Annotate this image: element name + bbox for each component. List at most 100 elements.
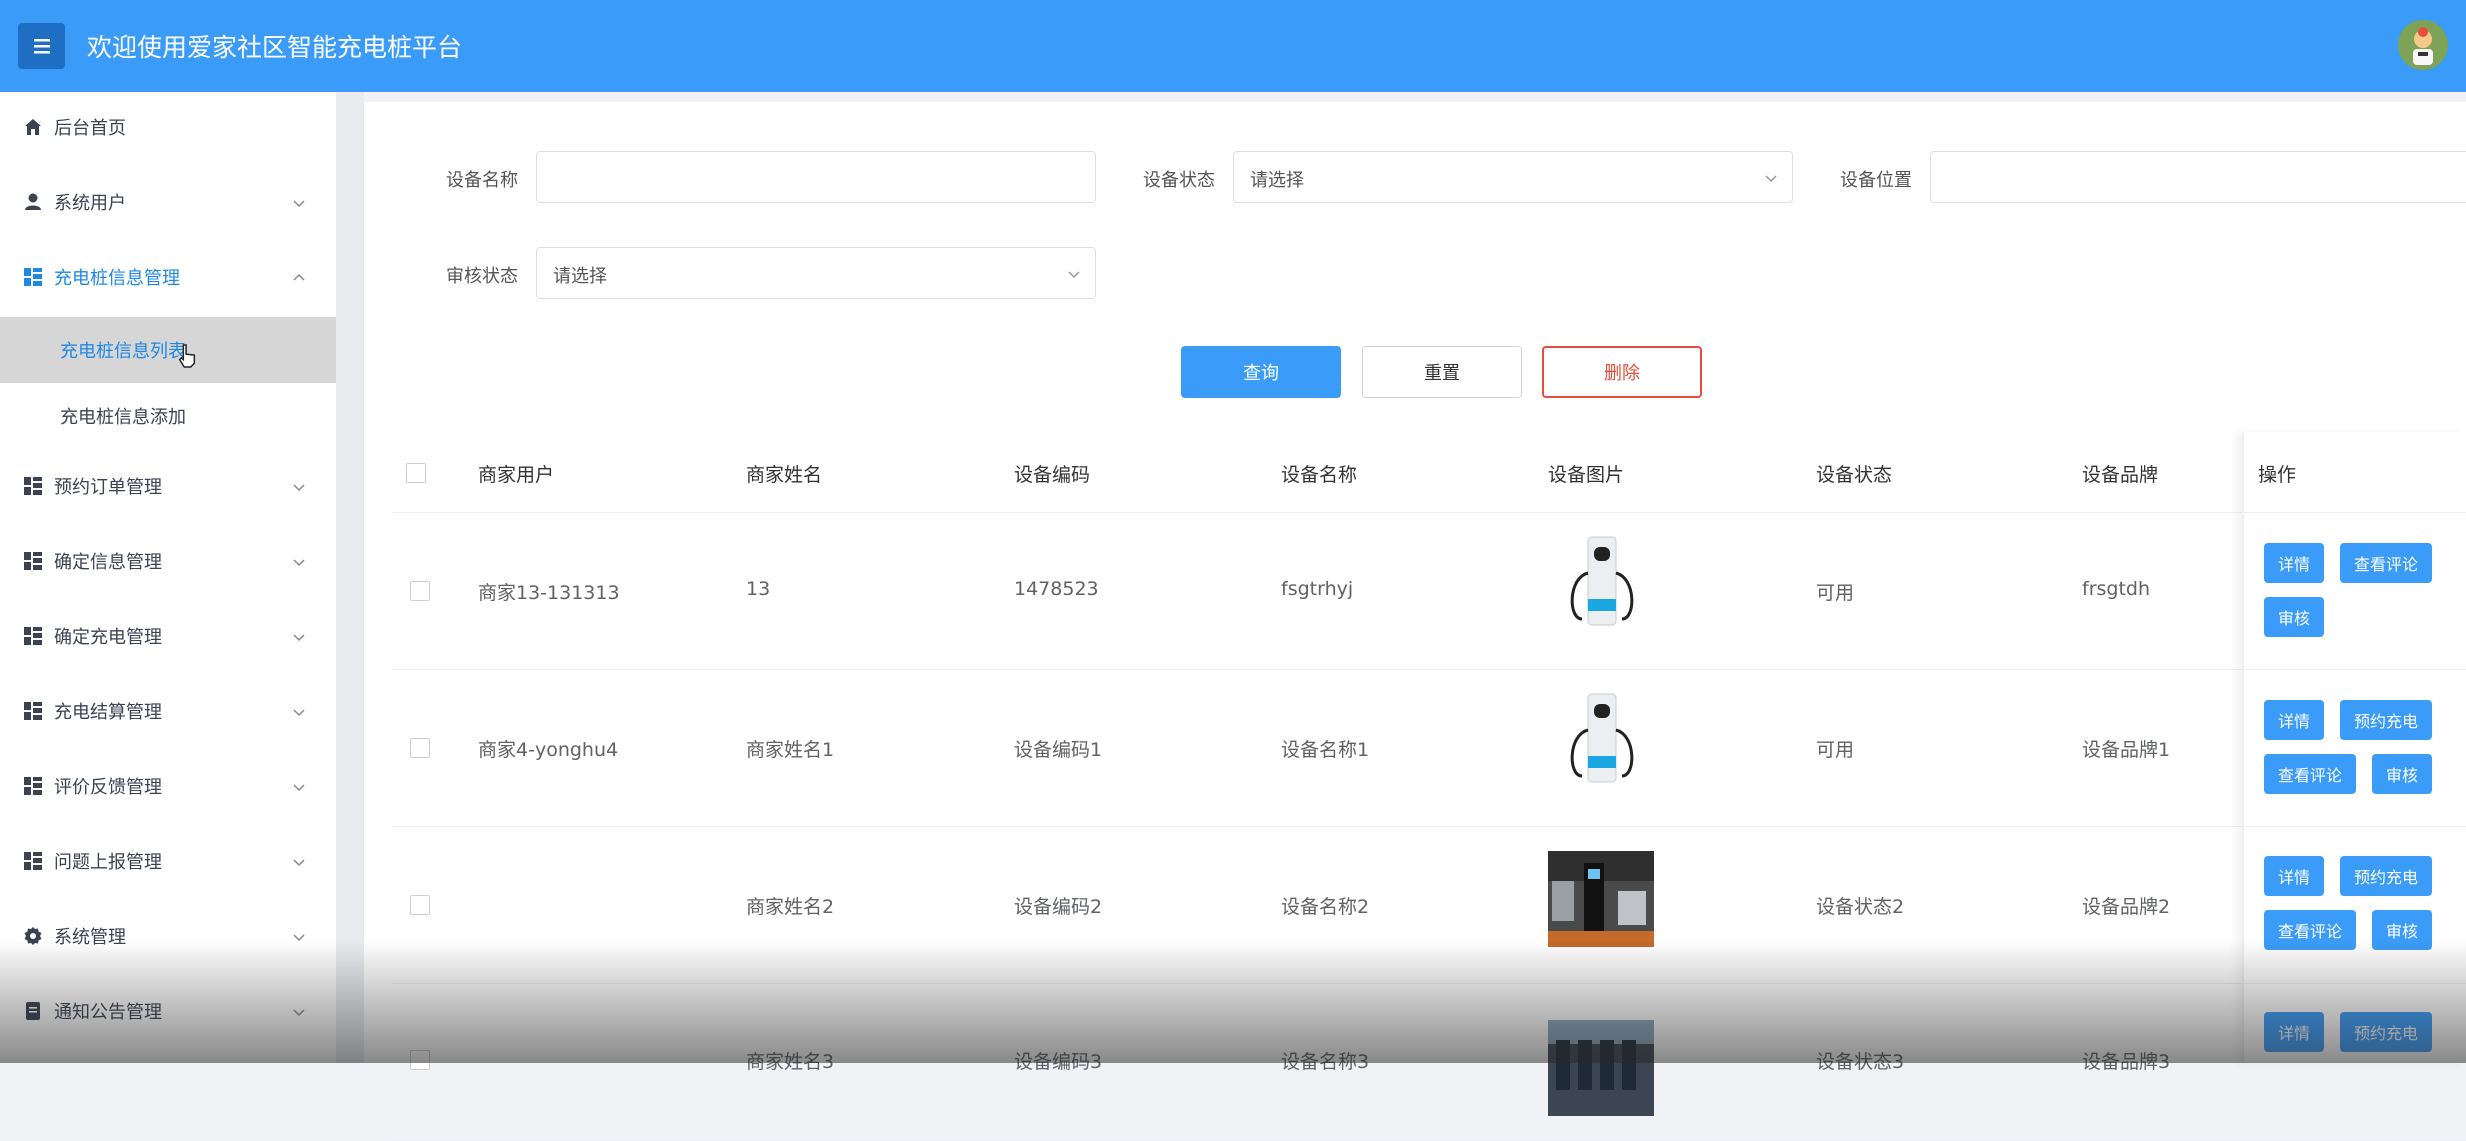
grid-icon bbox=[23, 776, 43, 796]
view-comments-button[interactable]: 查看评论 bbox=[2340, 543, 2432, 583]
detail-button[interactable]: 详情 bbox=[2264, 700, 2324, 740]
cell-status: 可用 bbox=[1816, 582, 1855, 604]
row-checkbox[interactable] bbox=[410, 895, 430, 915]
review-status-select[interactable]: 请选择 bbox=[536, 247, 1096, 299]
chevron-down-icon bbox=[292, 554, 306, 568]
sidebar-item-system-users[interactable]: 系统用户 bbox=[0, 167, 336, 237]
book-charging-button[interactable]: 预约充电 bbox=[2340, 856, 2432, 896]
sidebar-item-label: 系统管理 bbox=[54, 927, 126, 948]
detail-button[interactable]: 详情 bbox=[2264, 543, 2324, 583]
delete-button[interactable]: 删除 bbox=[1542, 346, 1702, 398]
sidebar-item-label: 系统用户 bbox=[54, 193, 126, 214]
cell-device-code: 设备编码1 bbox=[1014, 739, 1103, 761]
chevron-down-icon bbox=[292, 704, 306, 718]
chevron-down-icon bbox=[292, 854, 306, 868]
top-header: 欢迎使用爱家社区智能充电桩平台 bbox=[0, 0, 2466, 92]
cell-device-code: 设备编码3 bbox=[1014, 1051, 1103, 1073]
sidebar-item-booking-orders[interactable]: 预约订单管理 bbox=[0, 451, 336, 521]
review-status-label: 审核状态 bbox=[446, 266, 518, 287]
sidebar-item-system-management[interactable]: 系统管理 bbox=[0, 901, 336, 971]
device-name-label: 设备名称 bbox=[446, 170, 518, 191]
device-location-label: 设备位置 bbox=[1840, 170, 1912, 191]
grid-icon bbox=[23, 476, 43, 496]
grid-icon bbox=[23, 551, 43, 571]
sidebar-subitem-charger-add[interactable]: 充电桩信息添加 bbox=[0, 383, 336, 449]
table-row: 商家4-yonghu4 商家姓名1 设备编码1 设备名称1 可用 设备品牌1 bbox=[392, 670, 2466, 827]
device-image[interactable] bbox=[1548, 533, 1654, 629]
sidebar-item-confirm-info[interactable]: 确定信息管理 bbox=[0, 526, 336, 596]
sidebar-subitem-charger-list[interactable]: 充电桩信息列表 bbox=[0, 317, 336, 383]
sidebar-item-charger-info[interactable]: 充电桩信息管理 bbox=[0, 242, 336, 312]
column-header: 商家姓名 bbox=[746, 464, 823, 486]
cell-device-name: 设备名称1 bbox=[1281, 739, 1370, 761]
device-image[interactable] bbox=[1548, 851, 1654, 947]
column-header: 设备状态 bbox=[1816, 464, 1893, 486]
sidebar-item-label: 充电桩信息管理 bbox=[54, 268, 180, 289]
book-charging-button[interactable]: 预约充电 bbox=[2340, 700, 2432, 740]
sidebar-subitem-label: 充电桩信息添加 bbox=[60, 407, 186, 428]
column-header: 设备编码 bbox=[1014, 464, 1091, 486]
reset-button[interactable]: 重置 bbox=[1362, 346, 1522, 398]
sidebar-subitem-label: 充电桩信息列表 bbox=[60, 341, 186, 362]
cell-merchant-user: 商家13-131313 bbox=[478, 582, 620, 604]
hamburger-menu-button[interactable] bbox=[18, 23, 65, 69]
cell-merchant-user: 商家4-yonghu4 bbox=[478, 739, 619, 761]
avatar[interactable] bbox=[2398, 20, 2448, 70]
row-checkbox[interactable] bbox=[410, 581, 430, 601]
sidebar-item-label: 评价反馈管理 bbox=[54, 777, 162, 798]
home-icon bbox=[23, 117, 43, 137]
sidebar-item-feedback[interactable]: 评价反馈管理 bbox=[0, 751, 336, 821]
device-location-input[interactable] bbox=[1930, 151, 2466, 203]
review-button[interactable]: 审核 bbox=[2372, 910, 2432, 950]
book-charging-button[interactable]: 预约充电 bbox=[2340, 1012, 2432, 1052]
column-header: 设备品牌 bbox=[2082, 464, 2159, 486]
cell-device-name: 设备名称3 bbox=[1281, 1051, 1370, 1073]
detail-button[interactable]: 详情 bbox=[2264, 856, 2324, 896]
review-button[interactable]: 审核 bbox=[2264, 597, 2324, 637]
view-comments-button[interactable]: 查看评论 bbox=[2264, 910, 2356, 950]
pointer-cursor-icon bbox=[178, 344, 196, 368]
row-checkbox[interactable] bbox=[410, 1050, 430, 1070]
device-status-select[interactable]: 请选择 bbox=[1233, 151, 1793, 203]
column-header: 商家用户 bbox=[478, 464, 555, 486]
sidebar-item-label: 通知公告管理 bbox=[54, 1002, 162, 1023]
cell-merchant-name: 商家姓名3 bbox=[746, 1051, 835, 1073]
user-icon bbox=[23, 192, 43, 212]
chevron-down-icon bbox=[292, 1004, 306, 1018]
grid-icon bbox=[23, 851, 43, 871]
table-header: 商家用户 商家姓名 设备编码 设备名称 设备图片 设备状态 设备品牌 操作 bbox=[392, 432, 2466, 513]
sidebar-scrollbar[interactable] bbox=[336, 92, 364, 1063]
column-header: 设备名称 bbox=[1281, 464, 1358, 486]
device-image[interactable] bbox=[1548, 690, 1654, 786]
sidebar-item-settlement[interactable]: 充电结算管理 bbox=[0, 676, 336, 746]
chevron-down-icon bbox=[1764, 170, 1778, 184]
cell-device-name: fsgtrhyj bbox=[1281, 578, 1354, 600]
search-button[interactable]: 查询 bbox=[1181, 346, 1341, 398]
device-image[interactable] bbox=[1548, 1020, 1654, 1116]
view-comments-button[interactable]: 查看评论 bbox=[2264, 754, 2356, 794]
chevron-down-icon bbox=[292, 929, 306, 943]
row-checkbox[interactable] bbox=[410, 738, 430, 758]
app-title: 欢迎使用爱家社区智能充电桩平台 bbox=[87, 33, 463, 62]
detail-button[interactable]: 详情 bbox=[2264, 1012, 2324, 1052]
sidebar-item-issue-report[interactable]: 问题上报管理 bbox=[0, 826, 336, 896]
cell-brand: 设备品牌1 bbox=[2082, 739, 2171, 761]
sidebar-item-confirm-charging[interactable]: 确定充电管理 bbox=[0, 601, 336, 671]
grid-icon bbox=[23, 701, 43, 721]
chevron-down-icon bbox=[292, 195, 306, 209]
select-all-checkbox[interactable] bbox=[406, 463, 426, 483]
document-icon bbox=[23, 1001, 43, 1021]
sidebar-item-label: 确定充电管理 bbox=[54, 627, 162, 648]
device-status-label: 设备状态 bbox=[1143, 170, 1215, 191]
sidebar-item-home[interactable]: 后台首页 bbox=[0, 92, 336, 162]
sidebar: 后台首页 系统用户 充电桩信息管理 充电桩信息列表 充电桩信息添加 预约订单管理… bbox=[0, 92, 336, 1063]
cell-merchant-name: 商家姓名2 bbox=[746, 896, 835, 918]
review-button[interactable]: 审核 bbox=[2372, 754, 2432, 794]
cell-merchant-name: 商家姓名1 bbox=[746, 739, 835, 761]
sidebar-item-label: 预约订单管理 bbox=[54, 477, 162, 498]
sidebar-item-label: 问题上报管理 bbox=[54, 852, 162, 873]
table-row: 商家13-131313 13 1478523 fsgtrhyj 可用 frsgt… bbox=[392, 513, 2466, 670]
chevron-down-icon bbox=[292, 779, 306, 793]
sidebar-item-announcements[interactable]: 通知公告管理 bbox=[0, 976, 336, 1046]
device-name-input[interactable] bbox=[536, 151, 1096, 203]
